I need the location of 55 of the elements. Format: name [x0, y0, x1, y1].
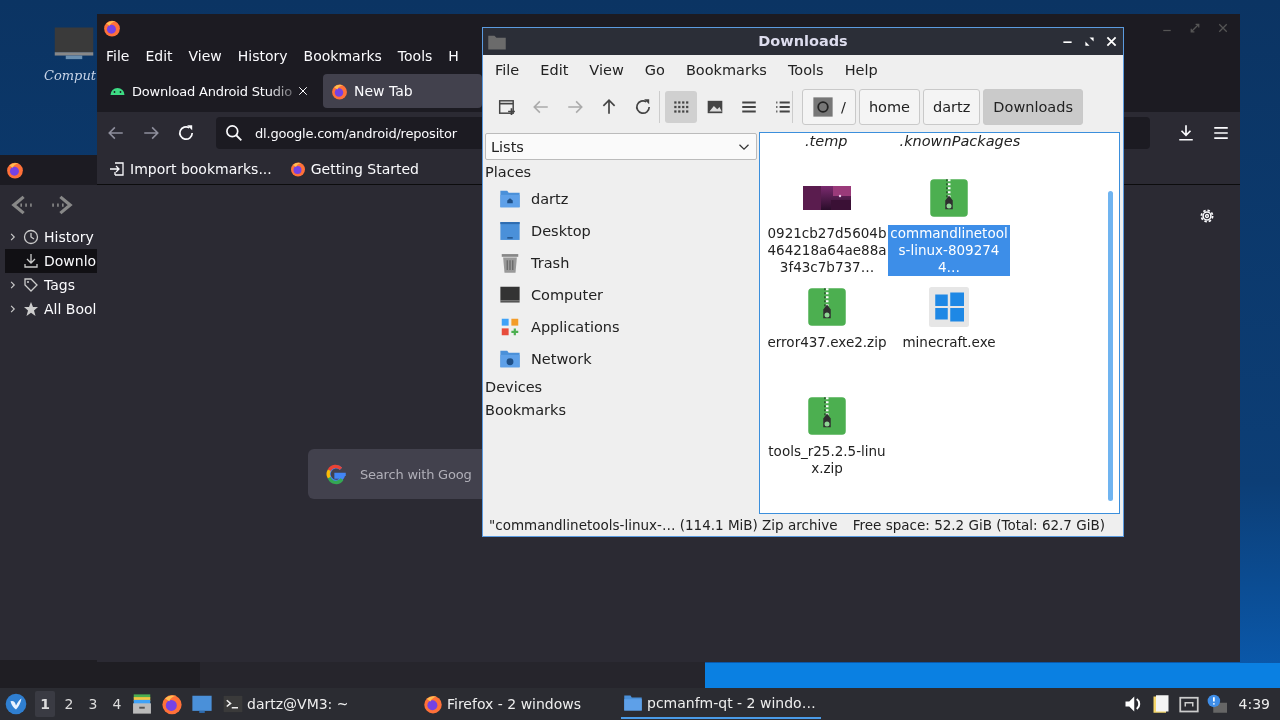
- workspace-button[interactable]: 1: [35, 691, 55, 717]
- file-name[interactable]: .knownPackages: [899, 133, 1021, 151]
- section-header[interactable]: Devices: [485, 375, 757, 398]
- menu-item[interactable]: Go: [635, 62, 674, 78]
- place-item[interactable]: Computer: [485, 279, 757, 311]
- menu-item[interactable]: File: [486, 62, 529, 78]
- menu-item[interactable]: Bookmarks: [676, 62, 776, 78]
- menu-item[interactable]: Edit: [531, 62, 578, 78]
- file-name[interactable]: 0921cb27d5604b464218a64ae88a3f43c7b737…: [766, 225, 888, 276]
- status-text: "commandlinetools-linux-… (114.1 MiB) Zip archive: [489, 517, 838, 533]
- menu-item[interactable]: Bookmarks: [297, 48, 388, 64]
- place-item[interactable]: Desktop: [485, 215, 757, 247]
- window-title: Downloads: [758, 33, 848, 50]
- place-item[interactable]: dartz: [485, 183, 757, 215]
- menu-item[interactable]: File: [100, 48, 136, 64]
- task-button[interactable]: pcmanfm-qt - 2 windo…: [621, 689, 821, 719]
- tree-item[interactable]: Tags: [0, 273, 97, 297]
- menu-item[interactable]: History: [231, 48, 294, 64]
- task-button[interactable]: Firefox - 2 windows: [421, 689, 621, 719]
- path-button[interactable]: Downloads: [983, 89, 1083, 125]
- place-item[interactable]: Network: [485, 343, 757, 375]
- path-button[interactable]: /: [802, 89, 856, 125]
- search-field[interactable]: Search with Goog: [308, 449, 482, 499]
- browser-tab[interactable]: Download Android Studio: [101, 74, 317, 108]
- tree-item[interactable]: All Bool: [0, 297, 97, 321]
- file-name[interactable]: minecraft.exe: [888, 334, 1010, 351]
- section-header[interactable]: Places: [485, 160, 757, 183]
- path-button[interactable]: dartz: [923, 89, 981, 125]
- file-name[interactable]: tools_r25.2.5-linux.zip: [766, 443, 888, 477]
- status-text: Free space: 52.2 GiB (Total: 62.7 GiB): [852, 517, 1105, 533]
- menu-item[interactable]: H: [442, 48, 465, 64]
- bookmark-item[interactable]: Import bookmarks...: [109, 161, 272, 177]
- bookmark-item[interactable]: Getting Started: [289, 161, 419, 177]
- file-name[interactable]: error437.exe2.zip: [766, 334, 888, 351]
- menu-item[interactable]: Tools: [778, 62, 833, 78]
- workspace-button[interactable]: 3: [83, 691, 103, 717]
- section-header[interactable]: Bookmarks: [485, 398, 757, 421]
- path-button[interactable]: home: [858, 89, 920, 125]
- desktop-icon-label[interactable]: Comput: [43, 68, 96, 83]
- tree-item[interactable]: History: [0, 225, 97, 249]
- menu-item[interactable]: Help: [835, 62, 887, 78]
- place-item[interactable]: Applications: [485, 311, 757, 343]
- menu-item[interactable]: View: [182, 48, 228, 64]
- clock-text[interactable]: 4:39: [1238, 696, 1270, 712]
- menu-item[interactable]: Edit: [139, 48, 179, 64]
- browser-tab[interactable]: New Tab: [323, 74, 482, 108]
- file-name[interactable]: .temp: [805, 133, 848, 151]
- task-button[interactable]: dartz@VM3: ~: [221, 689, 421, 719]
- menu-item[interactable]: Tools: [391, 48, 439, 64]
- place-item[interactable]: Trash: [485, 247, 757, 279]
- tree-item[interactable]: Downlo: [5, 249, 97, 273]
- workspace-button[interactable]: 2: [59, 691, 79, 717]
- view-dropdown[interactable]: Lists: [485, 133, 757, 160]
- workspace-button[interactable]: 4: [107, 691, 127, 717]
- menu-item[interactable]: View: [580, 62, 633, 78]
